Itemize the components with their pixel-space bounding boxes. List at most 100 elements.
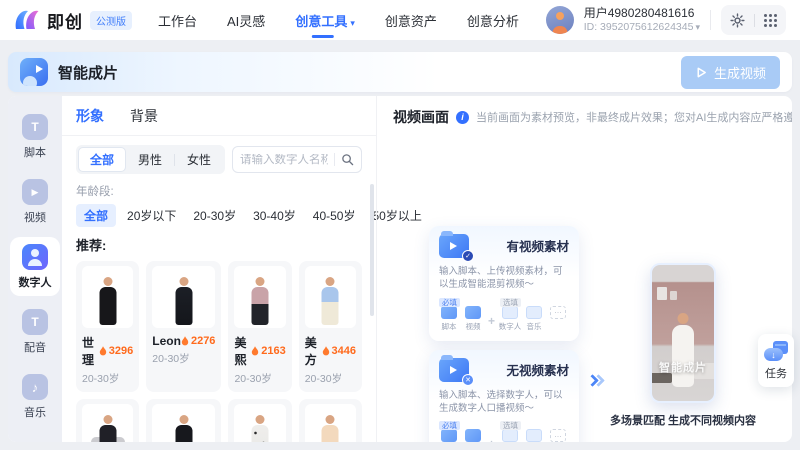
search-icon[interactable]: [341, 153, 354, 166]
age-chip-under-20[interactable]: 20岁以下: [121, 204, 182, 227]
phone-overlay-text: 智能成片: [659, 359, 707, 375]
age-chip-all[interactable]: 全部: [76, 204, 116, 227]
avatar-age: 20-30岁: [82, 371, 133, 386]
divider: [710, 10, 711, 30]
optional-badge: 选填: [500, 298, 521, 307]
age-filter-row: 全部 20岁以下 20-30岁 30-40岁 40-50岁 50岁以上: [76, 204, 362, 227]
script-mini-icon: [441, 429, 457, 442]
plus-icon: +: [488, 437, 495, 442]
cross-icon: [462, 374, 474, 386]
avatar-age: 20-30岁: [305, 371, 356, 386]
more-icon: [550, 306, 566, 319]
preview-title: 视频画面: [393, 107, 449, 127]
sidebar-item-digital-human[interactable]: 数字人: [10, 237, 60, 296]
folder-video-icon: [439, 358, 469, 382]
top-navbar: 即创 公测版 工作台 AI灵感 创意工具▾ 创意资产 创意分析 用户498028…: [0, 0, 800, 40]
material-options: 有视频素材 输入脚本、上传视频素材，可以生成智能混剪视频～ 必填 脚本 视频: [429, 226, 579, 442]
gender-segmented-control: 全部 男性 女性: [76, 145, 225, 174]
avatar-card[interactable]: 才吉 2322: [146, 399, 221, 442]
sidebar-item-video[interactable]: 视频: [10, 172, 60, 231]
required-badge: 必填: [439, 298, 460, 307]
user-name: 用户4980280481616: [584, 6, 700, 21]
age-chip-40-50[interactable]: 40-50岁: [307, 204, 362, 227]
without-footage-card: 无视频素材 输入脚本、选择数字人，可以生成数字人口播视频～ 必填 脚本 数字人: [429, 350, 579, 442]
avatar-card[interactable]: Leon 2276 20-30岁: [146, 261, 221, 392]
search-input[interactable]: [240, 154, 328, 166]
card-description: 输入脚本、选择数字人，可以生成数字人口播视频～: [439, 389, 569, 416]
sidebar-item-voiceover[interactable]: 配音: [10, 302, 60, 361]
tool-sidebar: 脚本 视频 数字人 配音 音乐: [8, 96, 62, 442]
task-float-button[interactable]: 任务: [758, 334, 794, 387]
tab-appearance[interactable]: 形象: [76, 106, 104, 126]
nav-item-workbench[interactable]: 工作台: [158, 0, 197, 42]
video-icon: [22, 179, 48, 205]
script-mini-icon: [441, 306, 457, 319]
page-header: 智能成片 生成视频: [8, 52, 792, 92]
avatar-card[interactable]: 宁烟 2903: [299, 399, 362, 442]
avatar-search: [232, 146, 362, 173]
preview-header: 视频画面 当前画面为素材预览，非最终成片效果；您对AI生成内容应严格遵循国家相关…: [393, 107, 792, 127]
voiceover-icon: [22, 309, 48, 335]
avatar-thumbnail: [82, 404, 133, 442]
app-logo[interactable]: 即创 公测版: [14, 8, 132, 33]
nav-item-creative-assets[interactable]: 创意资产: [385, 0, 437, 42]
nav-item-creative-analytics[interactable]: 创意分析: [467, 0, 519, 42]
workflow-illustration: 有视频素材 输入脚本、上传视频素材，可以生成智能混剪视频～ 必填 脚本 视频: [429, 226, 756, 442]
folder-video-icon: [439, 234, 469, 258]
app-window: 即创 公测版 工作台 AI灵感 创意工具▾ 创意资产 创意分析 用户498028…: [0, 0, 800, 450]
info-icon: [456, 111, 469, 124]
nav-item-creative-tools[interactable]: 创意工具▾: [295, 0, 355, 42]
flame-icon: [251, 346, 259, 356]
age-chip-20-30[interactable]: 20-30岁: [187, 204, 242, 227]
music-mini-icon: [526, 306, 542, 319]
heat-count: 2276: [181, 335, 215, 347]
required-badge: 必填: [439, 421, 460, 430]
user-id: ID: 3952075612624345▾: [584, 21, 700, 34]
card-title: 有视频素材: [506, 234, 569, 255]
avatar-thumbnail: [305, 404, 356, 442]
avatar-name: Leon: [152, 334, 181, 348]
script-icon: [22, 114, 48, 140]
apps-grid-icon[interactable]: [764, 14, 777, 27]
avatar-thumbnail: [82, 266, 133, 328]
card-inputs: 必填 脚本 数字人 + 选填 音乐: [439, 421, 569, 442]
flame-icon: [99, 346, 107, 356]
tab-background[interactable]: 背景: [130, 106, 158, 126]
user-avatar[interactable]: [546, 6, 574, 34]
digital-human-icon: [22, 244, 48, 270]
avatar-card[interactable]: 世菲 7304: [76, 399, 139, 442]
user-menu[interactable]: 用户4980280481616 ID: 3952075612624345▾: [584, 6, 700, 34]
age-chip-30-40[interactable]: 30-40岁: [247, 204, 302, 227]
avatar-card[interactable]: 美方 3446 20-30岁: [299, 261, 362, 392]
video-preview-panel: 视频画面 当前画面为素材预览，非最终成片效果；您对AI生成内容应严格遵循国家相关…: [376, 96, 792, 442]
music-mini-icon: [502, 429, 518, 442]
gender-all-button[interactable]: 全部: [78, 147, 126, 172]
optional-badge: 选填: [500, 421, 521, 430]
scrollbar-thumb[interactable]: [370, 184, 374, 316]
avatar-card[interactable]: 美熙 2163 20-30岁: [228, 261, 291, 392]
heat-count: 2163: [251, 345, 285, 357]
generate-video-button[interactable]: 生成视频: [681, 56, 780, 89]
flame-icon: [322, 346, 330, 356]
avatar-card[interactable]: 美蔓 4475: [228, 399, 291, 442]
phone-preview: 智能成片: [650, 263, 716, 403]
avatar-grid: 世理 3296 20-30岁 Leon 2276 20-30岁 美熙 2163 …: [76, 261, 362, 442]
settings-gear-icon[interactable]: [730, 13, 745, 28]
sidebar-item-script[interactable]: 脚本: [10, 107, 60, 166]
gender-male-button[interactable]: 男性: [126, 147, 174, 172]
chevron-down-icon: ▾: [695, 22, 700, 32]
page-title: 智能成片: [58, 62, 118, 83]
nav-item-ai-inspiration[interactable]: AI灵感: [227, 0, 265, 42]
disclaimer-text: 当前画面为素材预览，非最终成片效果；您对AI生成内容应严格遵循国家相关法律法规的…: [476, 109, 792, 125]
divider: [334, 153, 335, 166]
check-icon: [462, 250, 474, 262]
digital-human-mini-icon: [502, 306, 518, 319]
card-description: 输入脚本、上传视频素材，可以生成智能混剪视频～: [439, 265, 569, 292]
avatar-name: 美熙: [234, 334, 251, 368]
gender-female-button[interactable]: 女性: [175, 147, 223, 172]
sidebar-item-music[interactable]: 音乐: [10, 367, 60, 426]
quick-actions: [721, 5, 786, 35]
subtitle-mini-icon: [526, 429, 542, 442]
avatar-card[interactable]: 世理 3296 20-30岁: [76, 261, 139, 392]
heat-count: 3446: [322, 345, 356, 357]
